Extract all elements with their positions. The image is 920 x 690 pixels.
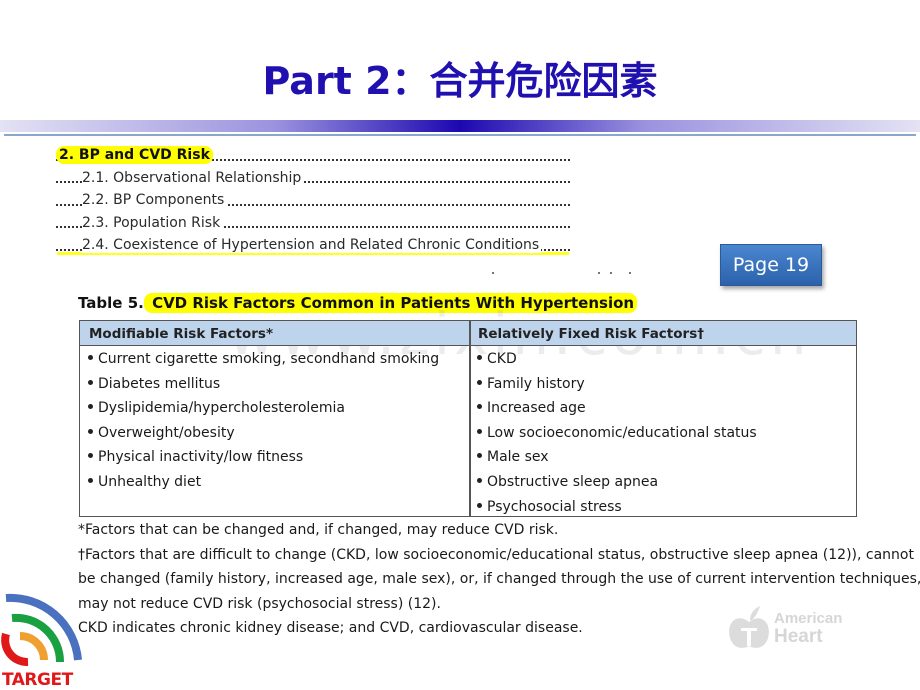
- header-fixed: Relatively Fixed Risk Factors†: [478, 326, 704, 342]
- toc-item-label: 2.2. BP Components: [82, 192, 227, 208]
- toc-item-main: 2. BP and CVD Risk: [56, 144, 570, 167]
- slide-title: Part 2：合并危险因素: [262, 59, 658, 103]
- bullet-icon: [477, 428, 482, 434]
- toc-item-label: 2.3. Population Risk: [82, 214, 223, 231]
- factor-text: CKD: [487, 351, 517, 367]
- toc-item-label: 2. BP and CVD Risk: [56, 146, 213, 164]
- page-badge: Page 19: [720, 244, 822, 286]
- factor-text: Current cigarette smoking, secondhand sm…: [98, 351, 440, 367]
- factor-text: Dyslipidemia/hypercholesterolemia: [98, 400, 346, 417]
- factor-text: Low socioeconomic/educational status: [487, 424, 757, 441]
- footnote: *Factors that can be changed and, if cha…: [78, 522, 559, 538]
- bullet-icon: [477, 502, 482, 508]
- fixed-factors-list: CKD Family history Increased age Low soc…: [477, 347, 757, 519]
- list-item: CKD: [477, 347, 757, 372]
- list-item: Overweight/obesity: [88, 421, 439, 446]
- scan-artifact: [610, 272, 612, 274]
- list-item: Diabetes mellitus: [88, 372, 439, 397]
- bullet-icon: [477, 404, 482, 410]
- factor-text: Diabetes mellitus: [98, 375, 221, 392]
- american-heart-logo: American Heart: [726, 604, 846, 652]
- list-item: Dyslipidemia/hypercholesterolemia: [88, 396, 439, 421]
- scan-artifact: [629, 272, 631, 274]
- target-logo: TARGET: [0, 584, 86, 690]
- list-item: Physical inactivity/low fitness: [88, 445, 439, 470]
- scan-artifact: [492, 272, 494, 274]
- list-item: Current cigarette smoking, secondhand sm…: [88, 347, 439, 372]
- toc-item: 2.1. Observational Relationship: [56, 167, 570, 190]
- scan-artifact: [598, 272, 600, 274]
- toc-item: 2.3. Population Risk: [56, 212, 570, 235]
- title-divider: [4, 134, 916, 136]
- factor-text: Unhealthy diet: [98, 473, 202, 490]
- bullet-icon: [88, 453, 93, 459]
- bullet-icon: [477, 379, 482, 385]
- list-item: Psychosocial stress: [477, 495, 757, 520]
- column-divider: [469, 321, 471, 516]
- toc-item: 2.2. BP Components: [56, 189, 570, 212]
- title-gradient-bar: [0, 120, 920, 132]
- bullet-icon: [477, 355, 482, 360]
- factor-text: Male sex: [487, 449, 549, 466]
- target-label: TARGET: [2, 670, 73, 690]
- risk-factors-table: Modifiable Risk Factors* Relatively Fixe…: [79, 320, 857, 517]
- table-caption: Table 5. CVD Risk Factors Common in Pati…: [78, 293, 638, 313]
- list-item: Low socioeconomic/educational status: [477, 421, 757, 446]
- footnote: be changed (family history, increased ag…: [78, 571, 920, 587]
- factor-text: Increased age: [487, 400, 586, 417]
- factor-text: Obstructive sleep apnea: [487, 473, 659, 490]
- factor-text: Overweight/obesity: [98, 424, 235, 441]
- heart-torch-icon: [729, 606, 769, 648]
- table-number: Table 5.: [78, 294, 144, 312]
- target-signal-icon: [1, 593, 82, 666]
- factor-text: Physical inactivity/low fitness: [98, 449, 304, 466]
- factor-text: Psychosocial stress: [487, 498, 622, 515]
- bullet-icon: [477, 453, 482, 459]
- bullet-icon: [88, 404, 93, 410]
- toc-item-label: 2.4. Coexistence of Hypertension and Rel…: [82, 237, 542, 253]
- toc-item-label: 2.1. Observational Relationship: [82, 169, 304, 186]
- bullet-icon: [88, 428, 93, 434]
- table-title: CVD Risk Factors Common in Patients With…: [143, 293, 638, 313]
- list-item: Obstructive sleep apnea: [477, 470, 757, 495]
- header-modifiable: Modifiable Risk Factors*: [89, 326, 274, 342]
- table-of-contents: 2. BP and CVD Risk 2.1. Observational Re…: [56, 144, 570, 257]
- footnote: †Factors that are difficult to change (C…: [78, 546, 914, 563]
- aha-text-line2: Heart: [774, 626, 823, 647]
- bullet-icon: [88, 355, 93, 360]
- list-item: Family history: [477, 372, 757, 397]
- factor-text: Family history: [487, 375, 585, 392]
- list-item: Unhealthy diet: [88, 470, 439, 495]
- bullet-icon: [477, 477, 482, 483]
- modifiable-factors-list: Current cigarette smoking, secondhand sm…: [88, 347, 439, 495]
- list-item: Male sex: [477, 445, 757, 470]
- bullet-icon: [88, 379, 93, 385]
- list-item: Increased age: [477, 396, 757, 421]
- bullet-icon: [88, 477, 93, 483]
